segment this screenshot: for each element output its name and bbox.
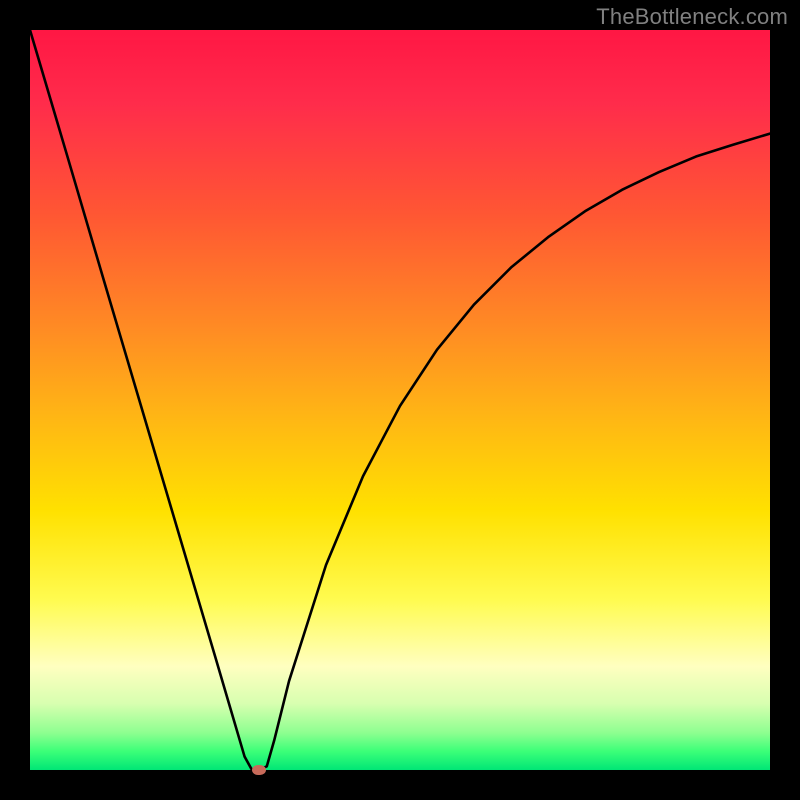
watermark-text: TheBottleneck.com [596, 4, 788, 30]
min-point-marker [252, 765, 266, 775]
curve-layer [30, 30, 770, 770]
chart-frame: TheBottleneck.com [0, 0, 800, 800]
plot-area [30, 30, 770, 770]
bottleneck-curve-path [30, 30, 770, 770]
